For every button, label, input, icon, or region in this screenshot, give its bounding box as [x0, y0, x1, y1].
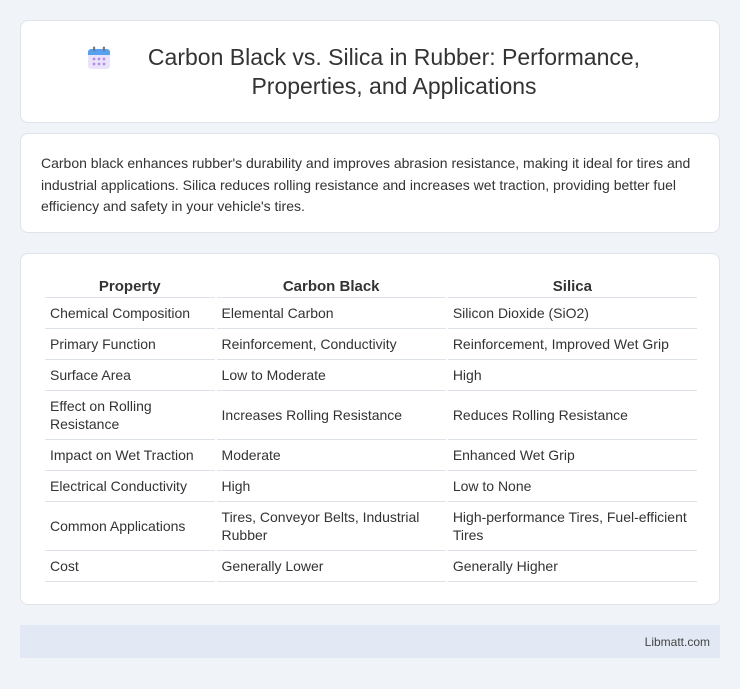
- title-wrap: Carbon Black vs. Silica in Rubber: Perfo…: [86, 43, 654, 101]
- table-cell: Increases Rolling Resistance: [216, 391, 446, 440]
- table-cell: Reduces Rolling Resistance: [447, 391, 697, 440]
- calendar-icon: [86, 45, 112, 71]
- table-row: Surface Area Low to Moderate High: [45, 360, 697, 391]
- table-cell: Reinforcement, Conductivity: [216, 329, 446, 360]
- table-cell: Common Applications: [45, 502, 215, 551]
- table-cell: Low to Moderate: [216, 360, 446, 391]
- table-cell: Electrical Conductivity: [45, 471, 215, 502]
- column-header-carbon-black: Carbon Black: [216, 274, 446, 298]
- table-row: Effect on Rolling Resistance Increases R…: [45, 391, 697, 440]
- table-row: Primary Function Reinforcement, Conducti…: [45, 329, 697, 360]
- table-cell: Generally Lower: [216, 551, 446, 582]
- table-cell: Impact on Wet Traction: [45, 440, 215, 471]
- table-cell: Enhanced Wet Grip: [447, 440, 697, 471]
- table-row: Chemical Composition Elemental Carbon Si…: [45, 298, 697, 329]
- table-cell: Primary Function: [45, 329, 215, 360]
- table-header-row: Property Carbon Black Silica: [45, 274, 697, 298]
- table-cell: Reinforcement, Improved Wet Grip: [447, 329, 697, 360]
- column-header-silica: Silica: [447, 274, 697, 298]
- intro-card: Carbon black enhances rubber's durabilit…: [20, 133, 720, 233]
- table-cell: Low to None: [447, 471, 697, 502]
- page-title: Carbon Black vs. Silica in Rubber: Perfo…: [147, 43, 641, 99]
- column-header-property: Property: [45, 274, 215, 298]
- table-cell: Effect on Rolling Resistance: [45, 391, 215, 440]
- comparison-table: Property Carbon Black Silica Chemical Co…: [43, 274, 699, 582]
- table-cell: Silicon Dioxide (SiO2): [447, 298, 697, 329]
- table-row: Electrical Conductivity High Low to None: [45, 471, 697, 502]
- table-cell: Chemical Composition: [45, 298, 215, 329]
- table-cell: Generally Higher: [447, 551, 697, 582]
- footer: Libmatt.com: [20, 625, 720, 658]
- title-card: Carbon Black vs. Silica in Rubber: Perfo…: [20, 20, 720, 123]
- intro-text: Carbon black enhances rubber's durabilit…: [41, 155, 691, 214]
- table-cell: Tires, Conveyor Belts, Industrial Rubber: [216, 502, 446, 551]
- table-cell: Moderate: [216, 440, 446, 471]
- table-row: Impact on Wet Traction Moderate Enhanced…: [45, 440, 697, 471]
- table-row: Common Applications Tires, Conveyor Belt…: [45, 502, 697, 551]
- table-cell: Surface Area: [45, 360, 215, 391]
- table-cell: High: [216, 471, 446, 502]
- table-row: Cost Generally Lower Generally Higher: [45, 551, 697, 582]
- table-cell: Cost: [45, 551, 215, 582]
- table-card: Property Carbon Black Silica Chemical Co…: [20, 253, 720, 605]
- table-cell: Elemental Carbon: [216, 298, 446, 329]
- table-cell: High-performance Tires, Fuel-efficient T…: [447, 502, 697, 551]
- footer-site-link[interactable]: Libmatt.com: [645, 635, 710, 649]
- table-cell: High: [447, 360, 697, 391]
